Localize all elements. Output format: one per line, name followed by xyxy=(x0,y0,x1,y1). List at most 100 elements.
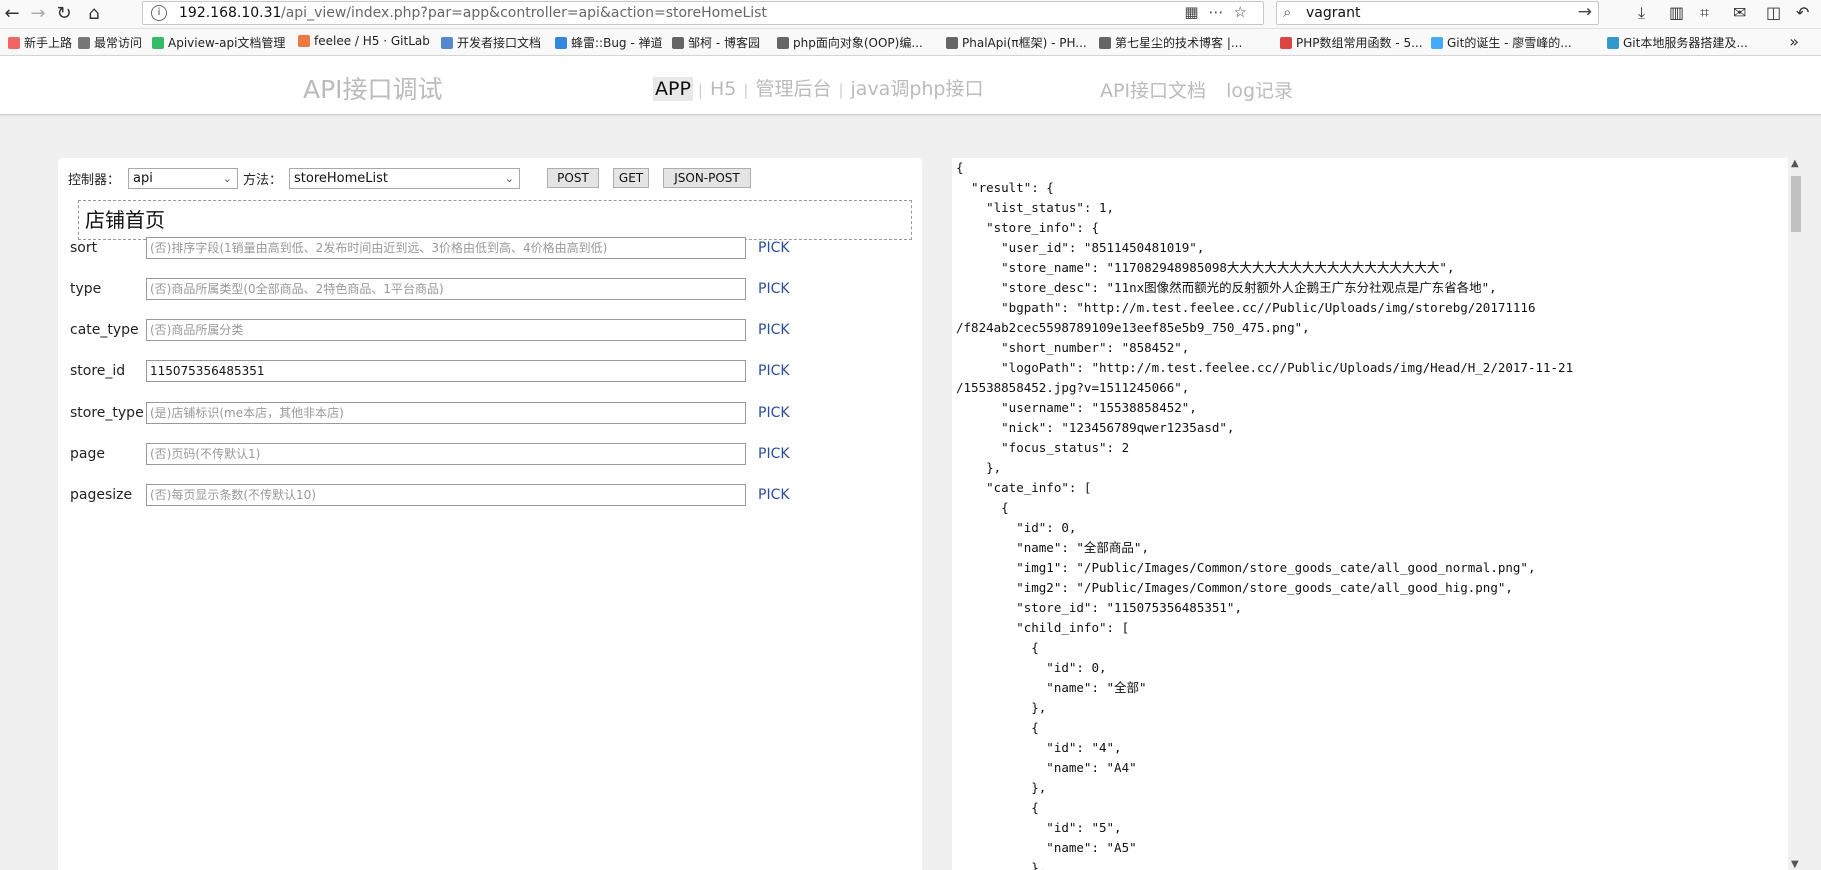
pick-button[interactable]: PICK xyxy=(758,405,790,421)
json-line: /f824ab2cec5598789109e13eef85e5b9_750_47… xyxy=(956,320,1310,335)
forward-icon[interactable]: → xyxy=(26,2,50,26)
more-actions-icon[interactable]: ⋯ xyxy=(1209,3,1234,21)
sidebar-icon[interactable]: ◫ xyxy=(1766,3,1781,22)
pick-button[interactable]: PICK xyxy=(758,240,790,256)
response-panel[interactable]: { "result": { "list_status": 1, "store_i… xyxy=(952,158,1804,870)
bookmark-item[interactable]: 蜂雷::Bug - 禅道 xyxy=(555,34,663,51)
bookmark-item[interactable]: 新手上路 xyxy=(8,34,72,51)
library-icon[interactable]: ▥ xyxy=(1669,3,1684,22)
api-docs-link[interactable]: API接口文档 xyxy=(1100,80,1206,102)
response-scrollbar[interactable]: ▲ ▼ xyxy=(1788,158,1804,870)
param-input[interactable] xyxy=(146,360,746,382)
bookmark-item[interactable]: Apiview-api文档管理 xyxy=(152,34,285,51)
pick-button[interactable]: PICK xyxy=(758,446,790,462)
json-line: "img1": "/Public/Images/Common/store_goo… xyxy=(956,560,1536,575)
bookmark-item[interactable]: Git的诞生 - 廖雪峰的... xyxy=(1431,34,1572,51)
bookmark-label: 开发者接口文档 xyxy=(457,36,542,50)
json-line: "user_id": "8511450481019", xyxy=(956,240,1205,255)
bookmark-label: Apiview-api文档管理 xyxy=(168,36,286,50)
bookmark-item[interactable]: PHP数组常用函数 - 5... xyxy=(1280,34,1423,51)
bookmarks-overflow-icon[interactable]: » xyxy=(1789,32,1799,51)
download-icon[interactable]: ⤓ xyxy=(1638,3,1645,23)
pick-button[interactable]: PICK xyxy=(758,281,790,297)
tab-h5[interactable]: H5 xyxy=(708,78,738,100)
search-go-icon[interactable]: → xyxy=(1578,2,1592,22)
doc-title: 店铺首页 xyxy=(78,200,912,240)
home-icon[interactable]: ⌂ xyxy=(82,2,106,26)
pick-button[interactable]: PICK xyxy=(758,487,790,503)
scroll-down-icon[interactable]: ▼ xyxy=(1791,859,1799,870)
json-line: "name": "全部商品", xyxy=(956,540,1149,555)
param-input[interactable] xyxy=(146,237,746,259)
json-line: "bgpath": "http://m.test.feelee.cc//Publ… xyxy=(956,300,1536,315)
search-input[interactable]: vagrant xyxy=(1306,5,1360,21)
bookmark-favicon-icon xyxy=(441,37,453,49)
controller-select[interactable]: api ⌄ xyxy=(128,168,238,189)
bookmark-favicon-icon xyxy=(152,37,164,49)
json-line: "cate_info": [ xyxy=(956,480,1092,495)
json-line: { xyxy=(956,160,964,175)
chat-icon[interactable]: ✉ xyxy=(1733,3,1746,22)
pick-button[interactable]: PICK xyxy=(758,363,790,379)
bookmark-label: Git本地服务器搭建及... xyxy=(1623,36,1748,50)
param-row: pagesize PICK xyxy=(70,484,910,506)
json-line: }, xyxy=(956,700,1047,715)
tab-admin[interactable]: 管理后台 xyxy=(753,74,833,101)
param-input[interactable] xyxy=(146,484,746,506)
qr-code-icon[interactable]: ▦ xyxy=(1184,3,1208,21)
bookmark-star-icon[interactable]: ☆ xyxy=(1234,3,1257,21)
json-line: "result": { xyxy=(956,180,1054,195)
bookmark-item[interactable]: php面向对象(OOP)编... xyxy=(777,34,923,51)
bookmark-item[interactable]: 最常访问 xyxy=(78,34,142,51)
get-button[interactable]: GET xyxy=(613,168,649,188)
param-name: pagesize xyxy=(70,487,133,503)
pick-button[interactable]: PICK xyxy=(758,322,790,338)
header-tabs: APP | H5 | 管理后台 | java调php接口 xyxy=(653,74,986,101)
json-line: "name": "A5" xyxy=(956,840,1137,855)
search-bar[interactable]: ⌕ vagrant → xyxy=(1276,1,1599,25)
tab-app[interactable]: APP xyxy=(653,77,693,101)
request-panel: 控制器： api ⌄ 方法： storeHomeList ⌄ POST GET … xyxy=(58,158,922,870)
param-input[interactable] xyxy=(146,278,746,300)
param-input[interactable] xyxy=(146,319,746,341)
param-row: store_id PICK xyxy=(70,360,910,382)
method-value: storeHomeList xyxy=(294,171,388,186)
bookmark-favicon-icon xyxy=(78,37,90,49)
scroll-up-icon[interactable]: ▲ xyxy=(1791,158,1799,169)
bookmark-label: 最常访问 xyxy=(94,36,143,50)
log-link[interactable]: log记录 xyxy=(1226,80,1293,102)
method-select[interactable]: storeHomeList ⌄ xyxy=(289,168,520,189)
bookmark-item[interactable]: 开发者接口文档 xyxy=(441,34,541,51)
back-icon[interactable]: ← xyxy=(0,2,24,26)
bookmark-item[interactable]: PhalApi(π框架) - PH... xyxy=(946,34,1087,51)
json-line: "child_info": [ xyxy=(956,620,1130,635)
post-button[interactable]: POST xyxy=(547,168,599,188)
json-post-button[interactable]: JSON-POST xyxy=(663,168,751,188)
json-line: "id": "4", xyxy=(956,740,1122,755)
bookmark-item[interactable]: 第七星尘的技术博客 |... xyxy=(1099,34,1242,51)
undo-icon[interactable]: ↶ xyxy=(1796,3,1809,22)
bookmark-favicon-icon xyxy=(1431,37,1443,49)
bookmark-favicon-icon xyxy=(1607,37,1619,49)
chevron-down-icon: ⌄ xyxy=(222,172,232,185)
json-line: }, xyxy=(956,460,1002,475)
json-line: "nick": "123456789qwer1235asd", xyxy=(956,420,1235,435)
json-line: }, xyxy=(956,860,1047,870)
scroll-thumb[interactable] xyxy=(1791,176,1801,232)
tab-java-php[interactable]: java调php接口 xyxy=(849,74,986,101)
info-icon[interactable]: i xyxy=(151,5,167,21)
bookmark-item[interactable]: Git本地服务器搭建及... xyxy=(1607,34,1748,51)
param-input[interactable] xyxy=(146,443,746,465)
reload-icon[interactable]: ↻ xyxy=(52,2,76,26)
param-row: sort PICK xyxy=(70,237,910,259)
response-json: { "result": { "list_status": 1, "store_i… xyxy=(956,158,1573,870)
bookmark-item[interactable]: feelee / H5 · GitLab xyxy=(298,34,430,48)
param-input[interactable] xyxy=(146,402,746,424)
header-links: API接口文档 log记录 xyxy=(1100,76,1313,103)
screenshot-icon[interactable]: ⌗ xyxy=(1700,3,1709,23)
address-bar[interactable]: i 192.168.10.31 /api_view/index.php?par=… xyxy=(142,1,1264,25)
bookmark-label: PHP数组常用函数 - 5... xyxy=(1296,36,1423,50)
bookmark-item[interactable]: 邹柯 - 博客园 xyxy=(672,34,760,51)
param-name: type xyxy=(70,281,102,297)
method-label: 方法： xyxy=(243,173,283,188)
